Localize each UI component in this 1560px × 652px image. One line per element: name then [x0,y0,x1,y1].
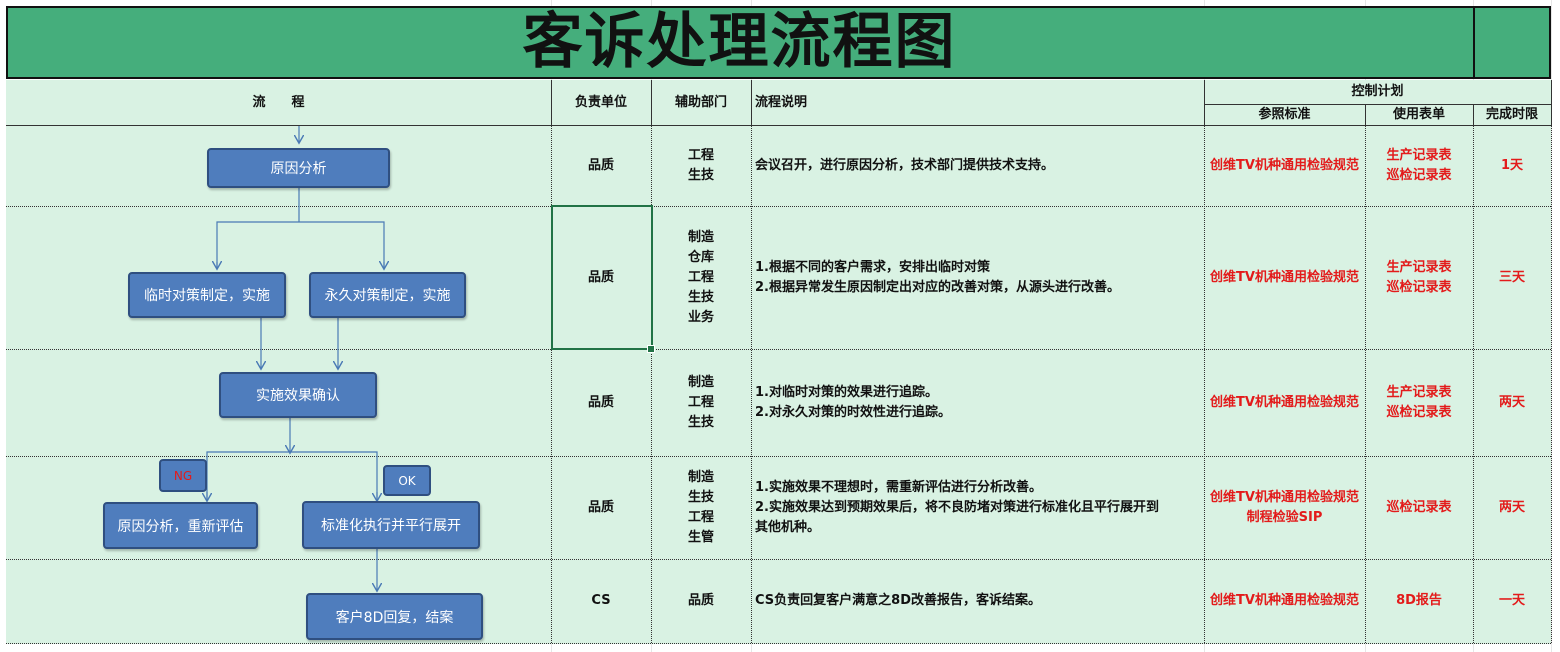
row3-desc-2: 2.对永久对策的时效性进行追踪。 [755,404,951,420]
row2-desc-2: 2.根据异常发生原因制定出对应的改善对策，从源头进行改善。 [755,279,1120,295]
row2-desc-1: 1.根据不同的客户需求，安排出临时对策 [755,259,990,275]
row3-desc-1: 1.对临时对策的效果进行追踪。 [755,384,938,400]
flow-cause-analysis[interactable]: 原因分析 [207,148,390,188]
row2-form-1: 生产记录表 [1386,259,1452,275]
row5-assist: 品质 [687,593,714,608]
row3-assist-3: 生技 [687,414,714,430]
header-standard: 参照标准 [1258,106,1311,122]
row1-assist: 工程 生技 [651,125,751,206]
row4-assist-3: 工程 [687,509,714,525]
row1-form: 生产记录表 巡检记录表 [1365,125,1473,206]
spreadsheet: 客诉处理流程图 流 程 负责单位 辅助部门 流程说明 控制计划 参照标准 使用表… [0,0,1560,652]
selected-cell[interactable] [551,205,653,350]
row2-assist: 制造 仓库 工程 生技 业务 [651,206,751,349]
row3-form-1: 生产记录表 [1386,384,1452,400]
header-control-plan: 控制计划 [1351,84,1404,99]
flow-temp-measure[interactable]: 临时对策制定，实施 [128,272,286,318]
row1-standard: 创维TV机种通用检验规范 [1210,157,1359,173]
row4-assist-4: 生管 [687,529,714,545]
header-owner: 负责单位 [574,94,627,110]
row4-assist-2: 生技 [687,489,714,505]
row1-assist-1: 工程 [687,147,714,163]
row5-deadline: 一天 [1498,593,1525,608]
row5-desc-1: CS负责回复客户满意之8D改善报告，客诉结案。 [755,593,1041,608]
row4-desc: 1.实施效果不理想时，需重新评估进行分析改善。 2.实施效果达到预期效果后，将不… [755,456,1200,559]
flow-reanalyze[interactable]: 原因分析，重新评估 [103,502,258,549]
row4-standard-1: 创维TV机种通用检验规范 [1210,489,1359,505]
row4-standard-2: 制程检验SIP [1246,509,1323,525]
header-form: 使用表单 [1392,106,1445,122]
title-separator [1473,6,1475,79]
row5-owner: CS [591,593,611,608]
flow-ok-label[interactable]: OK [383,465,431,496]
flow-ng-label[interactable]: NG [159,459,207,492]
row1-deadline: 1天 [1500,157,1524,173]
row2-form-2: 巡检记录表 [1386,279,1452,295]
row2-deadline: 三天 [1498,269,1525,285]
row4-form: 巡检记录表 [1386,499,1452,515]
header-desc: 流程说明 [755,94,808,110]
flow-perm-measure[interactable]: 永久对策制定，实施 [309,272,466,318]
row5-form: 8D报告 [1396,593,1442,608]
row2-desc: 1.根据不同的客户需求，安排出临时对策 2.根据异常发生原因制定出对应的改善对策… [755,206,1200,349]
row2-form: 生产记录表 巡检记录表 [1365,206,1473,349]
row3-form-2: 巡检记录表 [1386,404,1452,420]
row3-deadline: 两天 [1498,394,1525,410]
row3-assist-1: 制造 [687,374,714,390]
flow-close[interactable]: 客户8D回复，结案 [306,593,483,640]
row3-desc: 1.对临时对策的效果进行追踪。 2.对永久对策的时效性进行追踪。 [755,349,1200,456]
row2-assist-1: 制造 [687,229,714,245]
row4-owner: 品质 [587,499,614,515]
row2-assist-5: 业务 [687,309,714,325]
row4-assist-1: 制造 [687,469,714,485]
row1-desc: 会议召开，进行原因分析，技术部门提供技术支持。 [755,125,1200,206]
row1-form-2: 巡检记录表 [1386,167,1452,183]
flow-effect-confirm[interactable]: 实施效果确认 [219,372,377,418]
row3-assist-2: 工程 [687,394,714,410]
row3-form: 生产记录表 巡检记录表 [1365,349,1473,456]
row5-desc: CS负责回复客户满意之8D改善报告，客诉结案。 [755,559,1200,643]
row2-standard: 创维TV机种通用检验规范 [1210,269,1359,285]
flow-connectors [0,126,560,652]
header-assist: 辅助部门 [674,94,727,110]
row3-standard: 创维TV机种通用检验规范 [1210,394,1359,410]
row4-desc-2: 2.实施效果达到预期效果后，将不良防堵对策进行标准化且平行展开到 [755,499,1159,515]
flow-standardize[interactable]: 标准化执行并平行展开 [302,501,480,549]
row3-owner: 品质 [587,394,614,410]
row4-desc-3: 其他机种。 [755,519,821,535]
row1-owner: 品质 [587,157,614,173]
row4-desc-1: 1.实施效果不理想时，需重新评估进行分析改善。 [755,479,1042,495]
header-deadline: 完成时限 [1485,106,1538,122]
row3-assist: 制造 工程 生技 [651,349,751,456]
row5-standard: 创维TV机种通用检验规范 [1210,593,1359,608]
row2-assist-4: 生技 [687,289,714,305]
row1-assist-2: 生技 [687,167,714,183]
row4-standard: 创维TV机种通用检验规范 制程检验SIP [1204,456,1365,559]
row4-deadline: 两天 [1498,499,1525,515]
row2-assist-3: 工程 [687,269,714,285]
row4-assist: 制造 生技 工程 生管 [651,456,751,559]
row1-form-1: 生产记录表 [1386,147,1452,163]
row1-desc-1: 会议召开，进行原因分析，技术部门提供技术支持。 [755,157,1055,173]
row2-assist-2: 仓库 [687,249,714,265]
